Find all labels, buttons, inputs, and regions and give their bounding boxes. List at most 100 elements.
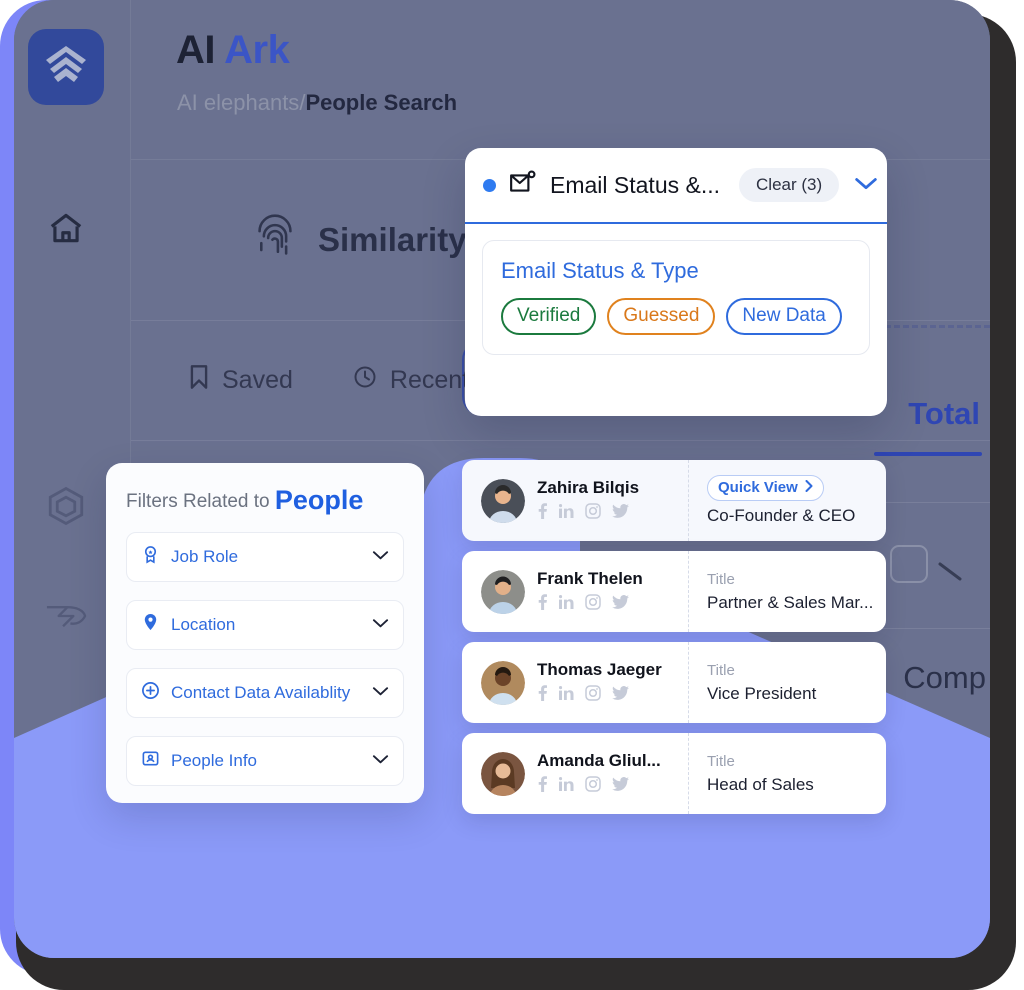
twitter-icon[interactable] [612,776,629,797]
people-card-title-label: Title [707,752,735,770]
tab-recent-label: Recent [389,366,470,394]
people-card-identity: Frank Thelen [462,551,689,632]
facebook-icon[interactable] [537,593,548,615]
bookmark-icon [189,364,209,397]
email-status-chips: Verified Guessed New Data [501,298,851,335]
brand-title: AI Ark [176,28,290,73]
chevron-down-icon[interactable] [372,684,389,702]
chip-guessed[interactable]: Guessed [607,298,716,335]
clear-filter-button[interactable]: Clear (3) [739,168,840,202]
device-screen: AI Ark AI elephants/People Search Simila… [14,0,990,958]
brand-second: Ark [224,28,290,72]
screenshot-stage: AI Ark AI elephants/People Search Simila… [0,0,1024,990]
email-status-popup: Email Status &... Clear (3) Email Status… [465,148,887,416]
people-card-name: Zahira Bilqis [537,477,640,497]
avatar [481,569,525,614]
instagram-icon[interactable] [585,502,601,524]
people-card[interactable]: Frank Thelen Title Partner & Sales Mar..… [462,551,886,632]
quick-view-button[interactable]: Quick View [707,475,824,501]
breadcrumb: AI elephants/People Search [177,90,457,116]
fingerprint-icon [254,214,296,267]
people-info-icon [141,749,160,773]
social-links [537,775,661,797]
tab-recent[interactable]: Recent [353,365,469,396]
location-pin-icon [141,613,160,637]
people-card-identity: Zahira Bilqis [462,460,689,541]
clock-icon [353,365,377,396]
active-dot-icon [483,178,496,192]
facebook-icon[interactable] [537,684,548,706]
linkedin-icon[interactable] [558,503,574,524]
background-tab-total[interactable]: Total [908,396,980,432]
sidebar-item-home[interactable] [28,192,104,268]
avatar [481,478,525,523]
chevron-down-icon[interactable] [852,174,880,197]
people-card-details: Title Head of Sales [689,733,886,814]
popup-body: Email Status & Type Verified Guessed New… [465,224,887,371]
linkedin-icon[interactable] [558,776,574,797]
people-card[interactable]: Zahira Bilqis Quick View Co-Founder & CE… [462,460,886,541]
facebook-icon[interactable] [537,775,548,797]
twitter-icon[interactable] [612,685,629,706]
people-card-title-value: Partner & Sales Mar... [707,592,874,612]
people-card[interactable]: Thomas Jaeger Title Vice President [462,642,886,723]
instagram-icon[interactable] [585,593,601,615]
job-role-icon [141,545,160,569]
breadcrumb-parent[interactable]: AI elephants [177,90,299,115]
twitter-icon[interactable] [612,594,629,615]
facebook-icon[interactable] [537,502,548,524]
sidebar-item-logo[interactable] [28,29,104,105]
filters-heading-strong: People [274,485,364,515]
tab-saved-label: Saved [222,366,293,394]
filters-heading: Filters Related to People [126,485,404,516]
linkedin-icon[interactable] [558,594,574,615]
filter-row-job-role[interactable]: Job Role [126,532,404,582]
filters-panel: Filters Related to People Job Role Locat… [106,463,424,803]
chip-verified[interactable]: Verified [501,298,597,335]
filter-row-contact-data-availablity[interactable]: Contact Data Availablity [126,668,404,718]
filter-row-people-info[interactable]: People Info [126,736,404,786]
contact-data-icon [141,681,160,705]
people-card-identity: Thomas Jaeger [462,642,689,723]
avatar [481,751,525,796]
people-card-name: Frank Thelen [537,568,643,588]
filter-label-location: Location [171,615,236,634]
social-links [537,502,639,524]
email-status-icon [509,170,537,201]
home-icon [46,209,86,252]
chevron-down-icon[interactable] [372,616,389,634]
brand-first: AI [176,28,216,72]
breadcrumb-current: People Search [305,90,458,115]
people-card-title-value: Head of Sales [707,774,814,794]
people-card-title-value: Co-Founder & CEO [707,506,856,525]
chevron-right-icon [805,479,813,496]
instagram-icon[interactable] [585,775,601,797]
chevron-down-icon[interactable] [372,752,389,770]
email-status-type-title: Email Status & Type [501,258,699,283]
filter-label-people-info: People Info [171,751,258,770]
email-status-type-card: Email Status & Type Verified Guessed New… [482,240,870,355]
chip-new-data[interactable]: New Data [726,298,842,335]
quick-view-label: Quick View [718,479,798,496]
popup-header[interactable]: Email Status &... Clear (3) [465,148,887,224]
instagram-icon[interactable] [585,684,601,706]
avatar [481,660,525,705]
chevron-down-icon[interactable] [372,548,389,566]
filter-label-job-role: Job Role [171,547,239,566]
linkedin-icon[interactable] [558,685,574,706]
people-card[interactable]: Amanda Gliul... Title Head of Sales [462,733,886,814]
logo-icon [43,44,89,91]
people-card-name: Thomas Jaeger [537,659,662,679]
people-card-details: Title Partner & Sales Mar... [689,551,886,632]
people-results-list: Zahira Bilqis Quick View Co-Founder & CE… [462,460,886,824]
social-links [537,684,662,706]
tab-saved[interactable]: Saved [189,364,293,397]
topbar: AI Ark AI elephants/People Search [131,0,990,160]
social-links [537,593,643,615]
twitter-icon[interactable] [612,503,629,524]
popup-title: Email Status &... [550,171,721,198]
filter-label-contact-data: Contact Data Availablity [171,683,351,702]
filter-row-location[interactable]: Location [126,600,404,650]
people-card-name: Amanda Gliul... [537,750,661,770]
people-card-details: Quick View Co-Founder & CEO [689,460,886,541]
